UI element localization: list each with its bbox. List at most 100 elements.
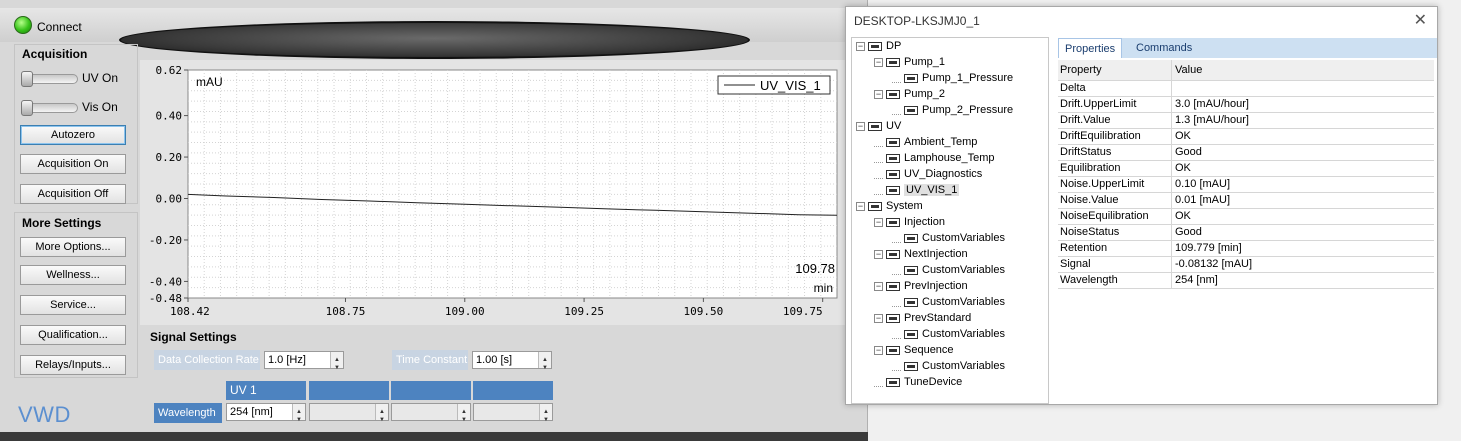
expand-toggle-icon[interactable]: − xyxy=(874,57,883,67)
wavelength-input-2[interactable] xyxy=(309,403,389,428)
time-constant-value: 1.00 [s] xyxy=(476,354,513,366)
autozero-button[interactable]: Autozero xyxy=(20,125,126,145)
tree-node-label: CustomVariables xyxy=(922,360,1005,373)
property-name: Retention xyxy=(1058,241,1172,257)
tree-node[interactable]: − DP xyxy=(856,40,901,55)
tree-node[interactable]: Ambient_Temp xyxy=(874,136,977,151)
wavelength-input-1[interactable]: 254 [nm] xyxy=(226,403,306,428)
expand-toggle-icon[interactable]: − xyxy=(874,89,883,99)
qualification-button[interactable]: Qualification... xyxy=(20,325,126,345)
time-constant-input[interactable]: 1.00 [s] xyxy=(472,351,552,376)
tree-node[interactable]: − NextInjection xyxy=(874,248,968,263)
tree-node[interactable]: Pump_1_Pressure xyxy=(892,72,1013,87)
tree-node[interactable]: CustomVariables xyxy=(892,264,1005,279)
expand-toggle-icon[interactable]: − xyxy=(856,41,865,51)
property-row[interactable]: Noise.UpperLimit 0.10 [mAU] xyxy=(1058,177,1434,193)
tree-node[interactable]: − Injection xyxy=(874,216,945,231)
toggle-knob[interactable] xyxy=(21,71,33,87)
more-options-button[interactable]: More Options... xyxy=(20,237,126,257)
tree-node-label: CustomVariables xyxy=(922,264,1005,277)
spin-arrows-icon[interactable] xyxy=(539,404,552,428)
service-button[interactable]: Service... xyxy=(20,295,126,315)
tree-node[interactable]: − PrevInjection xyxy=(874,280,968,295)
tree-node[interactable]: − Sequence xyxy=(874,344,954,359)
acquisition-off-button[interactable]: Acquisition Off xyxy=(20,184,126,204)
property-value: 3.0 [mAU/hour] xyxy=(1175,98,1249,110)
instrument-disc-graphic xyxy=(119,21,750,59)
property-row[interactable]: DriftStatus Good xyxy=(1058,145,1434,161)
property-row[interactable]: Signal -0.08132 [mAU] xyxy=(1058,257,1434,273)
toggle-knob[interactable] xyxy=(21,100,33,116)
tab-commands[interactable]: Commands xyxy=(1130,38,1198,58)
tree-node[interactable]: Pump_2_Pressure xyxy=(892,104,1013,119)
expand-toggle-icon[interactable]: − xyxy=(874,249,883,259)
vis-on-toggle[interactable] xyxy=(21,100,78,116)
device-properties-window: DESKTOP-LKSJMJ0_1 ✕ − DP − Pump_1 Pump_1_Pre… xyxy=(845,6,1438,405)
tree-node-label: UV_VIS_1 xyxy=(904,184,960,197)
column-header-4 xyxy=(473,381,553,400)
tree-connector xyxy=(892,298,901,307)
data-collection-rate-input[interactable]: 1.0 [Hz] xyxy=(264,351,344,376)
tree-node[interactable]: CustomVariables xyxy=(892,360,1005,375)
y-tick-label: 0.20 xyxy=(156,151,183,164)
tree-node[interactable]: UV_VIS_1 xyxy=(874,184,960,199)
property-name: NoiseEquilibration xyxy=(1058,209,1172,225)
spin-arrows-icon[interactable] xyxy=(538,352,551,376)
property-row[interactable]: Retention 109.779 [min] xyxy=(1058,241,1434,257)
spin-arrows-icon[interactable] xyxy=(292,404,305,428)
tree-node[interactable]: − Pump_1 xyxy=(874,56,945,71)
spin-arrows-icon[interactable] xyxy=(457,404,470,428)
expand-toggle-icon[interactable]: − xyxy=(874,217,883,227)
close-icon[interactable]: ✕ xyxy=(1414,10,1427,30)
header-property[interactable]: Property xyxy=(1058,60,1172,81)
property-row[interactable]: Wavelength 254 [nm] xyxy=(1058,273,1434,289)
property-name: Noise.Value xyxy=(1058,193,1172,209)
tree-connector xyxy=(874,138,883,147)
tree-connector xyxy=(892,74,901,83)
tree-node-label: Pump_1_Pressure xyxy=(922,72,1014,85)
uv-on-toggle[interactable] xyxy=(21,71,78,87)
property-row[interactable]: Drift.Value 1.3 [mAU/hour] xyxy=(1058,113,1434,129)
tab-properties[interactable]: Properties xyxy=(1058,38,1123,58)
relays-inputs-button[interactable]: Relays/Inputs... xyxy=(20,355,126,375)
acquisition-group xyxy=(14,44,138,204)
expand-toggle-icon[interactable]: − xyxy=(874,345,883,355)
property-row[interactable]: NoiseEquilibration OK xyxy=(1058,209,1434,225)
tree-node[interactable]: − PrevStandard xyxy=(874,312,971,327)
tree-node[interactable]: Lamphouse_Temp xyxy=(874,152,995,167)
property-row[interactable]: Delta xyxy=(1058,81,1434,97)
property-row[interactable]: NoiseStatus Good xyxy=(1058,225,1434,241)
expand-toggle-icon[interactable]: − xyxy=(856,121,865,131)
tree-node-label: TuneDevice xyxy=(904,376,963,389)
tree-node[interactable]: − Pump_2 xyxy=(874,88,945,103)
tree-node-label: CustomVariables xyxy=(922,328,1005,341)
spin-arrows-icon[interactable] xyxy=(330,352,343,376)
wavelength-input-4[interactable] xyxy=(473,403,553,428)
acquisition-on-button[interactable]: Acquisition On xyxy=(20,154,126,174)
tree-node[interactable]: − UV xyxy=(856,120,901,135)
property-row[interactable]: Drift.UpperLimit 3.0 [mAU/hour] xyxy=(1058,97,1434,113)
expand-toggle-icon[interactable]: − xyxy=(874,313,883,323)
property-row[interactable]: DriftEquilibration OK xyxy=(1058,129,1434,145)
header-value[interactable]: Value xyxy=(1173,60,1434,81)
column-header-3 xyxy=(391,381,471,400)
wavelength-input-3[interactable] xyxy=(391,403,471,428)
property-value xyxy=(1173,81,1434,97)
chromatogram-chart[interactable]: 0.62 0.40 0.20 0.00 -0.20 -0.40 -0.48 108.42 108… xyxy=(140,60,847,325)
tree-node-label: Pump_2_Pressure xyxy=(922,104,1014,117)
property-row[interactable]: Noise.Value 0.01 [mAU] xyxy=(1058,193,1434,209)
tree-node[interactable]: − System xyxy=(856,200,923,215)
x-tick-label: 108.75 xyxy=(326,305,366,318)
tree-node[interactable]: CustomVariables xyxy=(892,328,1005,343)
tree-node[interactable]: TuneDevice xyxy=(874,376,962,391)
expand-toggle-icon[interactable]: − xyxy=(874,281,883,291)
expand-toggle-icon[interactable]: − xyxy=(856,201,865,211)
connect-led-icon[interactable] xyxy=(14,16,32,34)
tree-node[interactable]: CustomVariables xyxy=(892,296,1005,311)
tree-node[interactable]: UV_Diagnostics xyxy=(874,168,982,183)
tree-node[interactable]: CustomVariables xyxy=(892,232,1005,247)
property-name: NoiseStatus xyxy=(1058,225,1172,241)
wellness-button[interactable]: Wellness... xyxy=(20,265,126,285)
property-row[interactable]: Equilibration OK xyxy=(1058,161,1434,177)
spin-arrows-icon[interactable] xyxy=(375,404,388,428)
